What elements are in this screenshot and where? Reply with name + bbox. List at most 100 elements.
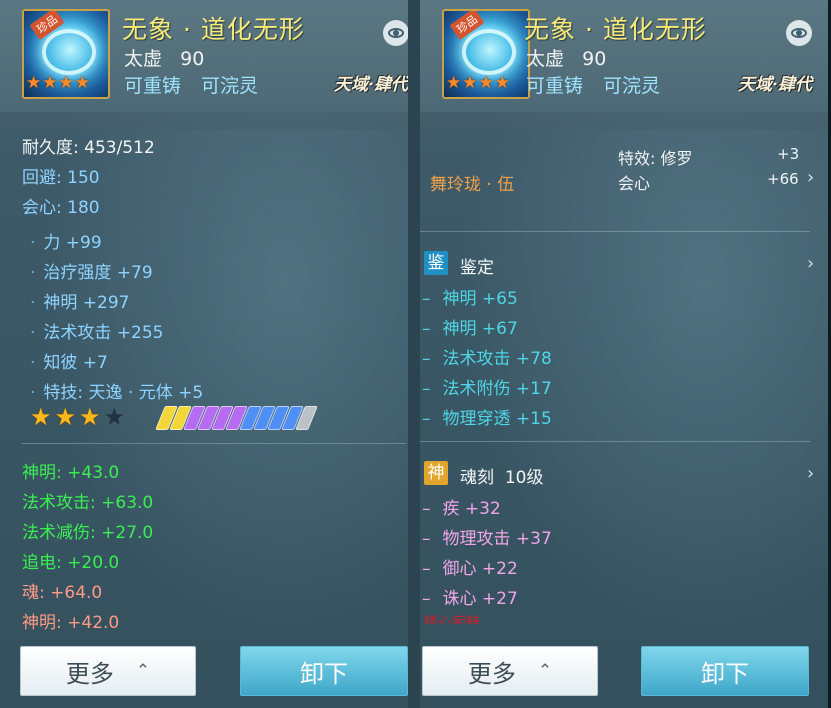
eye-icon[interactable] — [786, 20, 812, 46]
appraise-icon: 鉴 — [424, 251, 448, 275]
item-icon[interactable]: 珍品 ★ ★ ★ ★ — [442, 9, 530, 99]
star-icon: ★ — [74, 73, 90, 93]
star-icon: ★ — [494, 73, 510, 93]
effect-label: 会心 — [618, 174, 651, 193]
soul-icon: 神 — [424, 461, 448, 485]
more-label: 更多 — [467, 659, 516, 688]
star-icon: ★ — [446, 73, 462, 93]
item-name: 无象 · 道化无形 — [524, 15, 707, 44]
attr-item: · 治疗强度 +79 — [30, 258, 153, 283]
attr-item: · 特技: 天逸 · 元体 +5 — [30, 378, 203, 403]
attr-item: · 力 +99 — [30, 228, 102, 253]
item-icon[interactable]: 珍品 ★ ★ ★ ★ — [22, 9, 110, 99]
appraise-item: – 神明 +65 — [422, 289, 518, 309]
attr-text: 力 +99 — [43, 233, 102, 253]
soul-item: – 御心 +22 — [422, 559, 518, 579]
tag-spirit: 可浣灵 — [603, 75, 661, 97]
bonus-stat: 法术减伤: +27.0 — [22, 523, 154, 543]
soul-text: 物理攻击 +37 — [442, 529, 552, 549]
item-detail-panel-left: 珍品 ★ ★ ★ ★ 无象 · 道化无形 太虚 90 可重铸 可浣灵 天域·肆代 … — [0, 0, 408, 708]
unequip-button[interactable]: 卸下 — [240, 646, 408, 696]
tag-spirit: 可浣灵 — [201, 75, 259, 97]
star-icon: ★ — [462, 73, 478, 93]
star-icon: ★ — [42, 73, 58, 93]
tag-recast: 可重铸 — [526, 75, 584, 97]
more-button[interactable]: 更多 ⌃ — [422, 646, 598, 696]
attr-text: 治疗强度 +79 — [43, 263, 153, 283]
unequip-button[interactable]: 卸下 — [641, 646, 809, 696]
attr-text: 法术攻击 +255 — [43, 323, 164, 343]
appraise-title: 鉴定 — [460, 258, 494, 278]
bullet-icon: · — [30, 323, 36, 343]
level-value: 90 — [582, 48, 607, 70]
base-stat-crit: 会心: 180 — [22, 198, 100, 218]
attr-text: 知彼 +7 — [43, 353, 108, 373]
soul-level: 10级 — [504, 468, 544, 488]
base-stat-dodge: 回避: 150 — [22, 168, 100, 188]
item-name: 无象 · 道化无形 — [122, 15, 305, 44]
attr-item: · 知彼 +7 — [30, 348, 108, 373]
attr-item: · 神明 +297 — [30, 288, 130, 313]
divider — [22, 443, 406, 444]
soul-item: – 疾 +32 — [422, 499, 501, 519]
chevron-up-icon: ⌃ — [135, 661, 151, 681]
header-shadow — [420, 112, 828, 130]
bonus-stat: 追电: +20.0 — [22, 553, 120, 573]
refine-star-icon: ★ — [54, 403, 77, 431]
eye-icon[interactable] — [383, 20, 408, 46]
effect-value: +66 — [767, 170, 799, 188]
item-glow — [42, 29, 96, 75]
bullet-icon: · — [30, 263, 36, 283]
appraise-item: – 神明 +67 — [422, 319, 518, 339]
gem-row — [155, 406, 318, 430]
server-logo: 天域·肆代 — [738, 75, 812, 95]
refine-star-icon: ★ — [79, 403, 101, 431]
soul-text: 疾 +32 — [442, 499, 501, 519]
item-level: 太虚 90 — [124, 44, 204, 71]
level-value: 90 — [180, 48, 205, 70]
chevron-right-icon[interactable]: › — [807, 253, 814, 274]
soul-text: 御心 +22 — [442, 559, 518, 579]
soul-title: 魂刻 10级 — [460, 463, 543, 488]
durability: 耐久度: 453/512 — [22, 138, 155, 158]
attr-item: · 法术攻击 +255 — [30, 318, 164, 343]
appraise-text: 神明 +65 — [442, 289, 518, 309]
bonus-stat: 法术攻击: +63.0 — [22, 493, 154, 513]
refine-stars: ★ ★ ★ ★ — [30, 405, 125, 429]
appraise-item: – 法术攻击 +78 — [422, 349, 552, 369]
item-tags: 可重铸 可浣灵 — [526, 71, 680, 98]
item-stars: ★ ★ ★ ★ — [446, 75, 510, 92]
item-glow — [462, 29, 516, 75]
more-button[interactable]: 更多 ⌃ — [20, 646, 196, 696]
soul-item: – 物理攻击 +37 — [422, 529, 552, 549]
chevron-right-icon[interactable]: › — [807, 463, 814, 484]
effect-label: 特效: 修罗 — [618, 149, 693, 168]
star-icon: ★ — [478, 73, 494, 93]
chevron-right-icon[interactable]: › — [807, 167, 814, 188]
bonus-stat: 神明: +43.0 — [22, 463, 120, 483]
level-label: 太虚 — [124, 48, 163, 70]
bullet-icon: · — [30, 353, 36, 373]
soul-cut-text: 鳞心痴魅 — [424, 615, 480, 624]
attr-text: 特技: 天逸 · 元体 +5 — [43, 383, 204, 403]
divider — [420, 441, 810, 442]
unequip-label: 卸下 — [701, 659, 749, 688]
item-level: 太虚 90 — [526, 44, 606, 71]
appraise-text: 法术攻击 +78 — [442, 349, 552, 369]
more-label: 更多 — [65, 659, 114, 688]
appraise-item: – 法术附伤 +17 — [422, 379, 552, 399]
tag-recast: 可重铸 — [124, 75, 182, 97]
chevron-up-icon: ⌃ — [537, 661, 553, 681]
appraise-item: – 物理穿透 +15 — [422, 409, 552, 429]
item-detail-panel-right: 珍品 ★ ★ ★ ★ 无象 · 道化无形 太虚 90 可重铸 可浣灵 天域·肆代 … — [420, 0, 828, 708]
star-icon: ★ — [58, 73, 74, 93]
soul-text: 诛心 +27 — [442, 589, 518, 609]
bullet-icon: · — [30, 233, 36, 253]
appraise-text: 法术附伤 +17 — [442, 379, 552, 399]
server-logo: 天域·肆代 — [334, 75, 408, 95]
divider — [420, 231, 810, 232]
soul-title-text: 魂刻 — [460, 468, 494, 488]
special-stat: 神明: +42.0 — [22, 613, 120, 633]
item-stars: ★ ★ ★ ★ — [26, 75, 90, 92]
refine-star-icon: ★ — [30, 403, 52, 431]
